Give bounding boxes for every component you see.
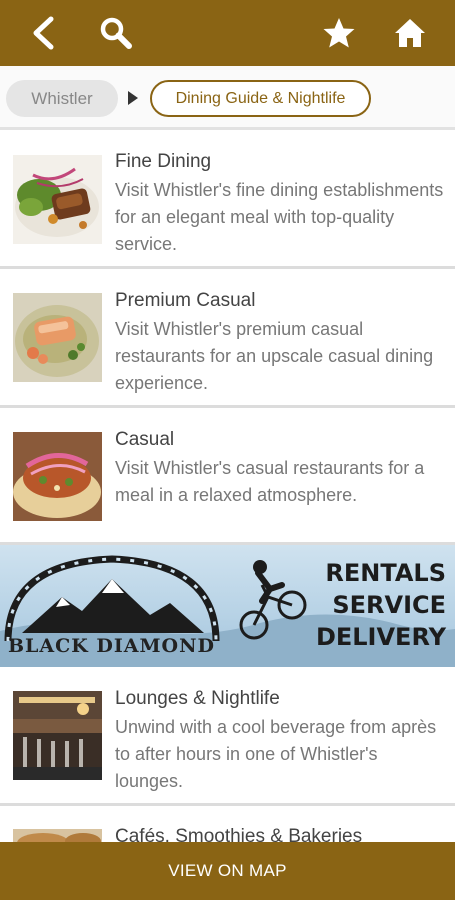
ad-tagline: RENTALS SERVICE DELIVERY xyxy=(276,557,446,653)
favorite-button[interactable] xyxy=(315,10,363,56)
list-item-premium-casual[interactable]: Premium Casual Visit Whistler's premium … xyxy=(0,269,455,408)
top-app-bar xyxy=(0,0,455,66)
list-item-casual[interactable]: Casual Visit Whistler's casual restauran… xyxy=(0,408,455,545)
item-description: Visit Whistler's casual restaurants for … xyxy=(115,458,425,505)
back-arrow-icon xyxy=(33,16,54,50)
fine-dining-thumbnail xyxy=(13,155,102,244)
search-icon xyxy=(100,17,132,49)
casual-thumbnail xyxy=(13,432,102,521)
advertisement-banner[interactable]: BLACK DIAMOND RENTALS SERVICE DELIVERY xyxy=(0,545,455,667)
list-item-fine-dining[interactable]: Fine Dining Visit Whistler's fine dining… xyxy=(0,130,455,269)
premium-casual-thumbnail xyxy=(13,293,102,382)
item-title: Lounges & Nightlife xyxy=(115,688,280,709)
breadcrumb-separator-icon xyxy=(128,91,138,105)
back-button[interactable] xyxy=(20,10,68,56)
ad-line-rentals: RENTALS xyxy=(325,559,446,587)
lounges-thumbnail xyxy=(13,691,102,780)
list-item-lounges-nightlife[interactable]: Lounges & Nightlife Unwind with a cool b… xyxy=(0,667,455,806)
search-button[interactable] xyxy=(92,10,140,56)
ad-line-delivery: DELIVERY xyxy=(315,623,446,651)
item-title: Premium Casual xyxy=(115,290,256,311)
item-description: Visit Whistler's fine dining establishme… xyxy=(115,180,444,254)
home-button[interactable] xyxy=(386,10,434,56)
view-on-map-button[interactable]: VIEW ON MAP xyxy=(0,842,455,900)
star-icon xyxy=(323,18,355,48)
cafes-thumbnail xyxy=(13,829,102,842)
breadcrumb-home[interactable]: Whistler xyxy=(6,80,118,117)
item-title: Cafés, Smoothies & Bakeries xyxy=(115,826,363,842)
item-title: Fine Dining xyxy=(115,151,212,172)
item-title: Casual xyxy=(115,429,175,450)
ad-brand-name: BLACK DIAMOND xyxy=(8,635,215,657)
ad-line-service: SERVICE xyxy=(332,591,446,619)
breadcrumb: Whistler Dining Guide & Nightlife xyxy=(0,66,455,130)
list-item-cafes-smoothies-bakeries[interactable]: Cafés, Smoothies & Bakeries xyxy=(0,806,455,842)
breadcrumb-current[interactable]: Dining Guide & Nightlife xyxy=(150,80,371,117)
category-list: Fine Dining Visit Whistler's fine dining… xyxy=(0,130,455,842)
item-description: Unwind with a cool beverage from après t… xyxy=(115,717,437,791)
item-description: Visit Whistler's premium casual restaura… xyxy=(115,319,434,393)
home-icon xyxy=(395,19,425,47)
